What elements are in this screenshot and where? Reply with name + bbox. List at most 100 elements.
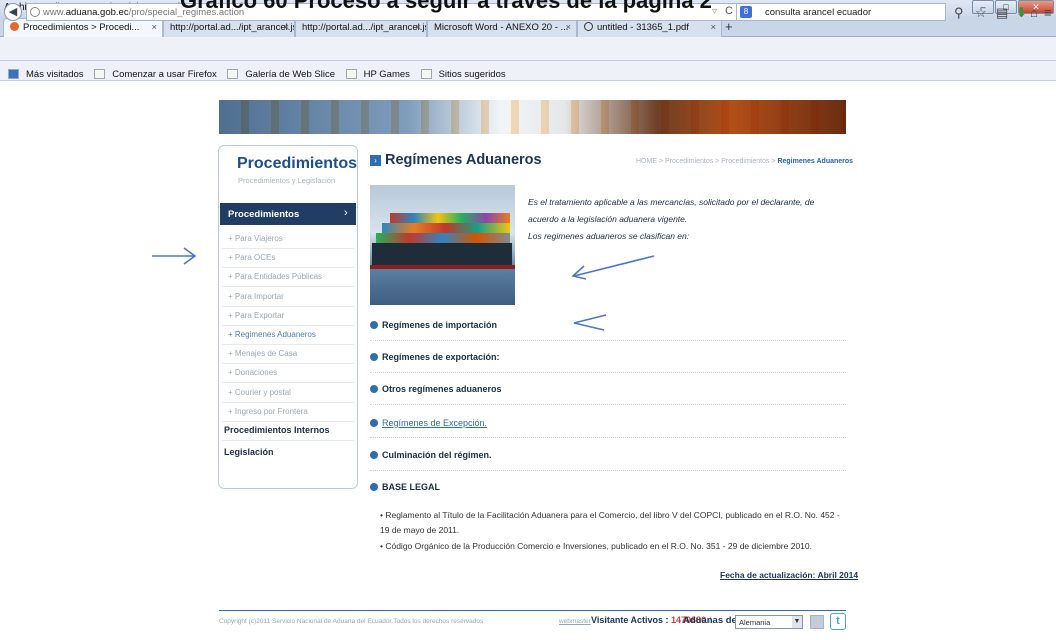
section-divider <box>370 404 846 405</box>
header-banner-overlay <box>219 100 846 134</box>
ship-waterline <box>370 265 515 269</box>
sidebar-title: Procedimientos <box>237 155 358 172</box>
document-caption: Gráfico 60 Proceso a seguir a través de … <box>180 0 712 13</box>
bookmark-icon <box>227 69 239 79</box>
sidebar-divider <box>222 363 354 365</box>
sidebar-divider <box>222 401 354 403</box>
chevron-right-icon: › <box>344 207 348 219</box>
close-tab-icon[interactable]: × <box>710 22 716 33</box>
section-otros[interactable]: Otros regímenes aduaneros <box>370 384 502 394</box>
tab-favicon-icon <box>10 22 19 31</box>
legal-item: • Reglamento al Título de la Facilitació… <box>380 510 840 535</box>
bookmark-sitios[interactable]: Sitios sugeridos <box>417 61 506 80</box>
sidebar-subitem[interactable]: + Regimenes Aduaneros <box>228 330 348 339</box>
search-input[interactable]: consulta arancel ecuador <box>736 3 946 21</box>
sidebar-divider <box>222 382 354 384</box>
tab-favicon-icon <box>584 22 593 31</box>
sidebar-subitem[interactable]: + Donaciones <box>228 368 348 377</box>
chevron-down-icon[interactable]: ▼ <box>792 616 802 628</box>
section-divider <box>370 372 846 373</box>
home-icon[interactable]: ⌂ <box>1030 5 1038 20</box>
bookmarks-bar: Más visitados Comenzar a usar Firefox Ga… <box>0 61 1056 81</box>
sidebar-divider <box>222 267 354 269</box>
sidebar-divider <box>222 248 354 249</box>
navigation-bar <box>0 37 1056 61</box>
close-tab-icon[interactable]: × <box>415 22 421 33</box>
url-dropdown-icon[interactable]: ▿ <box>712 6 717 17</box>
sidebar-subitem[interactable]: + Menajes de Casa <box>228 349 348 358</box>
close-tab-icon[interactable]: × <box>283 22 289 33</box>
section-divider <box>370 340 846 341</box>
bookmark-web-slice[interactable]: Galería de Web Slice <box>223 61 335 80</box>
menu-icon[interactable]: ≡ <box>1044 5 1052 20</box>
bookmark-firefox[interactable]: Comenzar a usar Firefox <box>90 61 217 80</box>
ship-hull <box>372 243 512 265</box>
sidebar-subitem[interactable]: + Para OCEs <box>228 253 348 262</box>
twitter-icon[interactable]: t <box>830 613 846 630</box>
close-tab-icon[interactable]: × <box>565 22 571 33</box>
back-arrow-icon[interactable]: ◀ <box>4 3 22 21</box>
site-identity-icon[interactable] <box>30 7 40 17</box>
section-importacion[interactable]: Regímenes de importación <box>370 320 497 330</box>
footer-divider <box>219 610 846 611</box>
ship-containers <box>390 213 510 223</box>
bookmark-icon <box>94 69 106 79</box>
section-exportacion[interactable]: Regímenes de exportación: <box>370 352 500 362</box>
reload-icon[interactable]: C <box>725 5 733 17</box>
title-bullet-icon: › <box>370 155 381 166</box>
section-excepcion-link[interactable]: Regímenes de Excepción. <box>370 418 487 428</box>
page-title: Regímenes Aduaneros <box>385 152 542 168</box>
sidebar-subitem[interactable]: + Para Importar <box>228 292 348 301</box>
close-tab-icon[interactable]: × <box>151 22 157 33</box>
go-button[interactable] <box>810 615 824 629</box>
bookmark-hp-games[interactable]: HP Games <box>342 61 410 80</box>
webmaster-link[interactable]: webmaster <box>559 618 591 625</box>
sidebar-subitem[interactable]: + Para Entidades Públicas <box>228 272 348 281</box>
new-tab-button[interactable]: + <box>725 19 733 34</box>
cargo-ship-image <box>370 185 515 305</box>
bullet-icon <box>370 483 378 491</box>
sidebar-divider <box>222 420 354 422</box>
bullet-icon <box>370 321 378 329</box>
breadcrumb-home[interactable]: HOME <box>636 158 657 165</box>
sidebar-subitem[interactable]: + Para Viajeros <box>228 234 348 243</box>
download-icon[interactable]: ⬇ <box>1016 5 1027 21</box>
sidebar-divider <box>222 324 354 326</box>
sidebar-item-procedimientos-internos[interactable]: Procedimientos Internos <box>224 425 330 435</box>
bookmark-icon <box>345 69 357 79</box>
legal-item: • Código Orgánico de la Producción Comer… <box>380 541 812 551</box>
footer-copyright: Copyright (c)2011 Servicio Nacional de A… <box>219 618 484 625</box>
breadcrumb: HOME > Procedimientos > Procedimientos >… <box>636 158 854 165</box>
bookmark-mas-visitados[interactable]: Más visitados <box>4 61 84 80</box>
search-icon[interactable]: ⚲ <box>954 5 964 21</box>
breadcrumb-l1[interactable]: Procedimientos <box>665 158 713 165</box>
annotation-arrow-right-icon <box>152 247 197 265</box>
sidebar-divider <box>222 440 354 441</box>
ship-containers <box>382 223 510 233</box>
sidebar-subitem[interactable]: + Para Exportar <box>228 311 348 320</box>
sidebar-divider <box>222 286 354 288</box>
ship-containers <box>376 233 510 243</box>
sidebar-item-legislacion[interactable]: Legislación <box>224 447 274 457</box>
bullet-icon <box>370 451 378 459</box>
sidebar-subitem[interactable]: + Ingreso por Frontera <box>228 407 348 416</box>
sidebar-active-label: Procedimientos <box>228 209 300 220</box>
section-divider <box>370 470 846 471</box>
bookmark-icon <box>420 69 432 79</box>
star-icon[interactable]: ☆ <box>975 5 987 21</box>
section-divider <box>370 437 846 438</box>
section-culminacion[interactable]: Culminación del régimen. <box>370 450 492 460</box>
breadcrumb-l2[interactable]: Procedimientos <box>721 158 769 165</box>
search-engine-icon[interactable]: 8 <box>740 6 752 18</box>
breadcrumb-current: Regimenes Aduaneros <box>777 158 854 165</box>
sidebar-subitem[interactable]: + Courier y postal <box>228 388 348 397</box>
update-date-link[interactable]: Fecha de actualización: Abril 2014 <box>720 570 858 580</box>
annotation-arrow-left-icon <box>571 255 655 280</box>
bullet-icon <box>370 385 378 393</box>
sidebar-subtitle: Procedimientos y Legislación <box>238 176 336 185</box>
bookmark-icon <box>8 69 19 79</box>
bookmarks-icon[interactable]: ▤ <box>996 5 1008 21</box>
bullet-icon <box>370 419 378 427</box>
section-base-legal[interactable]: BASE LEGAL <box>370 482 440 492</box>
intro-text: Es el tratamiento aplicable a las mercan… <box>528 197 815 241</box>
